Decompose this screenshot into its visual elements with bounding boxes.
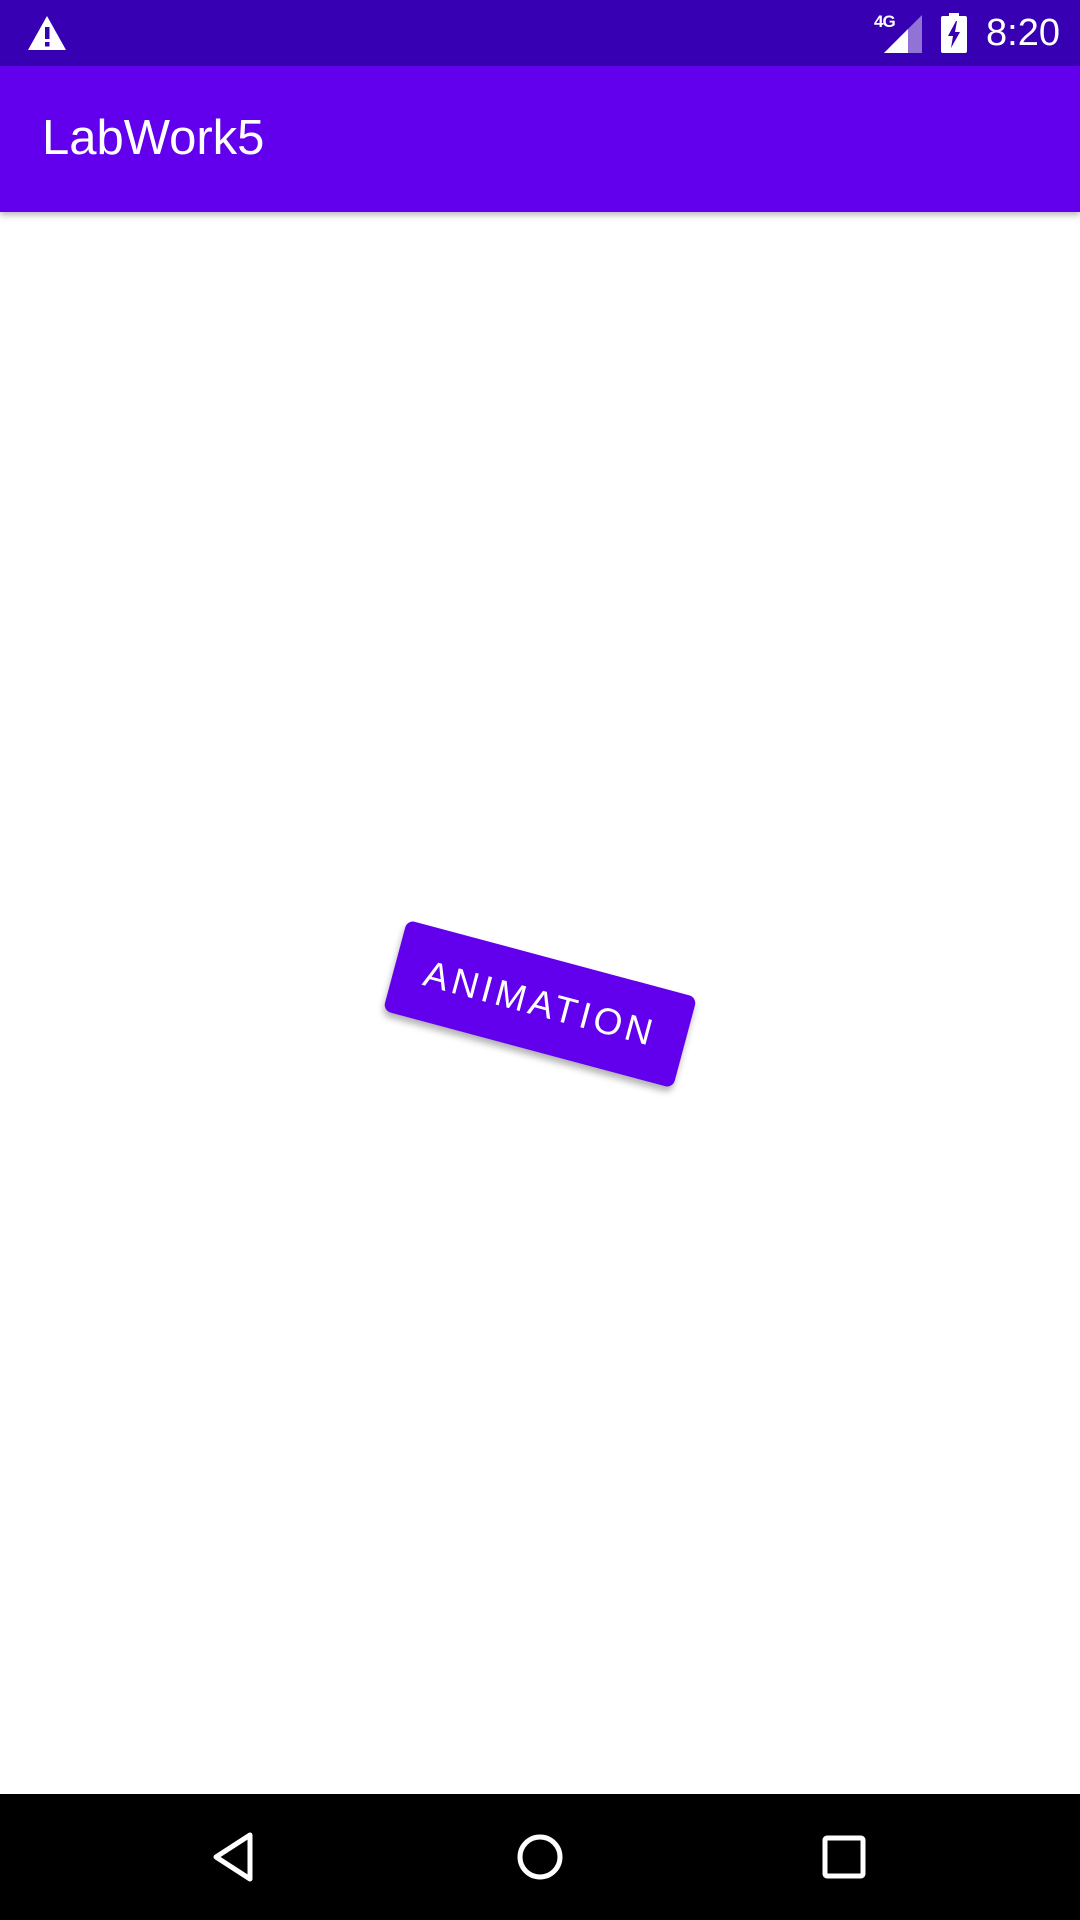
cellular-signal-icon: 4G: [874, 13, 923, 53]
status-icons: 4G 8:20: [874, 0, 1060, 66]
animation-button[interactable]: ANIMATION: [382, 919, 698, 1089]
app-title: LabWork5: [42, 111, 265, 165]
app-bar: LabWork5: [0, 66, 1080, 212]
status-time: 8:20: [986, 12, 1060, 54]
battery-charging-icon: [940, 13, 968, 53]
screen: 4G 8:20 LabWork5 ANIMATION: [0, 0, 1080, 1920]
home-icon[interactable]: [510, 1827, 570, 1887]
recents-icon[interactable]: [814, 1827, 874, 1887]
status-bar: 4G 8:20: [0, 0, 1080, 66]
navigation-bar: [0, 1794, 1080, 1920]
back-icon[interactable]: [206, 1827, 266, 1887]
animation-button-label: ANIMATION: [419, 952, 661, 1055]
warning-icon: [26, 14, 68, 52]
main-content: ANIMATION: [0, 212, 1080, 1794]
